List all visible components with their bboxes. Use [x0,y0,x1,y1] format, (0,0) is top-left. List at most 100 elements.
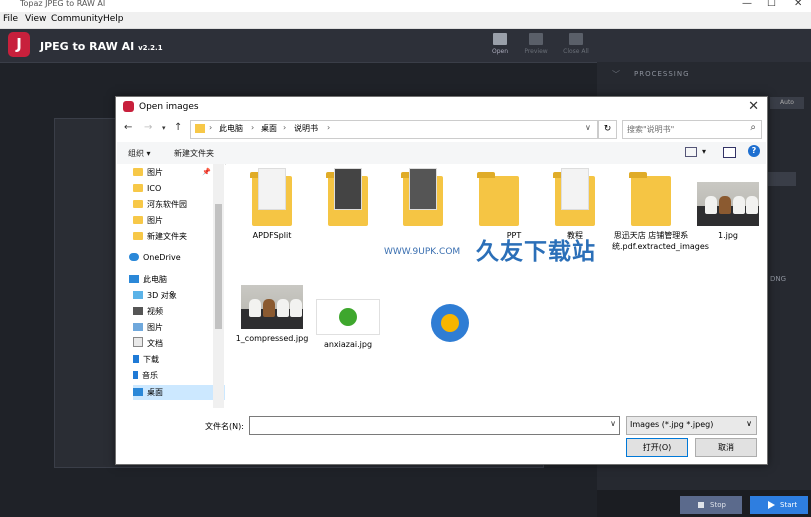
view-dropdown-icon[interactable]: ▾ [702,147,706,156]
forward-arrow-icon[interactable]: → [144,122,152,133]
image-thumbnail [241,285,303,329]
folder-icon [326,168,368,226]
minimize-button[interactable]: — [742,0,752,9]
file-item[interactable] [309,168,387,230]
back-arrow-icon[interactable]: ← [124,122,132,133]
nav-item[interactable]: 视频 [133,304,225,319]
start-button[interactable]: Start [750,496,808,514]
folder-icon [477,172,519,226]
navigation-pane[interactable]: 图片 ICO 河东软件园 图片 新建文件夹 OneDrive 此电脑 3D 对象… [117,164,225,408]
preview-button[interactable]: Preview [518,33,554,55]
preview-button-label: Preview [524,48,548,55]
folder-icon [133,184,143,192]
app-title: JPEG to RAW AI v2.2.1 [40,40,163,53]
nav-item[interactable]: 3D 对象 [133,288,225,303]
scrollbar-thumb[interactable] [215,204,222,329]
breadcrumb-manual[interactable]: 说明书 [294,123,318,134]
dialog-toolbar: 组织 ▾ 新建文件夹 ▾ ? [117,142,766,165]
nav-item[interactable]: 图片 [133,213,225,228]
search-placeholder: 搜索"说明书" [627,125,675,134]
refresh-icon[interactable]: ↻ [598,120,617,139]
folder-icon [195,124,205,133]
filename-input[interactable]: ∨ [249,416,620,435]
menu-view[interactable]: View [25,14,46,24]
app-logo: J [8,32,30,57]
document-icon [133,337,143,347]
preview-pane-icon[interactable] [723,147,736,158]
picture-icon [133,323,143,331]
pin-icon[interactable]: 📌 [202,168,211,176]
nav-item[interactable]: 图片 [133,165,225,180]
search-input[interactable]: 搜索"说明书" ⌕ [622,120,762,139]
file-item[interactable]: 1.jpg [689,182,767,241]
dialog-title: Open images [139,102,199,112]
file-item[interactable]: 1_compressed.jpg [233,285,311,344]
file-item[interactable] [384,168,462,230]
watermelon-thumbnail [316,299,380,335]
format-select[interactable]: DNG [770,275,786,283]
new-folder-button[interactable]: 新建文件夹 [174,148,214,159]
file-type-select[interactable]: Images (*.jpg *.jpeg) ∨ [626,416,757,435]
nav-item[interactable]: 文档 [133,336,225,351]
stop-button[interactable]: Stop [680,496,742,514]
nav-item-this-pc[interactable]: 此电脑 [129,272,221,287]
folder-icon [553,168,595,226]
watermark-url: WWW.9UPK.COM [384,247,461,257]
nav-item[interactable]: 新建文件夹 [133,229,225,244]
file-item[interactable]: anxiazai.jpg [309,299,387,350]
chevron-down-icon[interactable]: ∨ [610,419,616,428]
nav-scrollbar[interactable] [213,164,224,408]
search-icon: ⌕ [750,122,756,133]
app-header: J JPEG to RAW AI v2.2.1 Open Preview Clo… [0,29,811,63]
folder-icon [133,200,143,208]
maximize-button[interactable]: ☐ [767,0,776,9]
processing-header[interactable]: PROCESSING [634,70,690,78]
stop-icon [698,502,704,508]
nav-item-desktop[interactable]: 桌面 [133,385,225,400]
open-file-button[interactable]: 打开(O) [626,438,688,457]
recent-dropdown-icon[interactable]: ▾ [162,124,166,132]
nav-item[interactable]: 下载 [133,352,225,367]
up-arrow-icon[interactable]: ↑ [174,122,182,133]
chevron-down-icon: ∨ [746,419,752,428]
nav-item[interactable]: 图片 [133,320,225,335]
nav-item[interactable]: 音乐 [133,368,225,383]
nav-item[interactable]: 河东软件园 [133,197,225,212]
download-icon [133,355,139,363]
folder-icon [133,216,143,224]
window-title: Topaz JPEG to RAW AI [20,0,106,8]
menu-file[interactable]: File [3,14,18,24]
auto-button[interactable]: Auto [770,97,804,109]
app-title-text: JPEG to RAW AI [40,40,135,53]
file-item[interactable]: 思迅天店 店铺管理系统.pdf.extracted_images [612,172,709,252]
open-folder-icon [493,33,507,45]
nav-item-onedrive[interactable]: OneDrive [129,250,221,265]
file-item[interactable]: APDFSplit [233,168,311,241]
dialog-close-icon[interactable]: ✕ [748,99,759,114]
nav-item[interactable]: ICO [133,181,225,196]
view-options-icon[interactable] [685,147,697,157]
open-button-label: Open [491,48,509,55]
folder-icon [133,168,143,176]
folder-icon [250,168,292,226]
close-all-button[interactable]: Close All [558,33,594,55]
help-icon[interactable]: ? [748,145,760,157]
menu-bar: File View Community Help [0,12,811,29]
organize-button[interactable]: 组织 ▾ [128,148,151,159]
breadcrumb-desktop[interactable]: 桌面 [261,123,277,134]
breadcrumb-this-pc[interactable]: 此电脑 [219,123,243,134]
address-dropdown-icon[interactable]: ∨ [585,123,591,132]
menu-help[interactable]: Help [103,14,124,24]
open-button[interactable]: Open [482,33,518,55]
stop-button-label: Stop [710,501,726,509]
file-list[interactable]: APDFSplit PPT 教程 思迅天店 店铺管理系统.pdf.extract… [226,164,766,408]
chevron-down-icon[interactable]: ﹀ [612,69,620,80]
address-bar[interactable]: › 此电脑 › 桌面 › 说明书 › ∨ [190,120,598,139]
play-icon [768,501,775,509]
cloud-icon [129,253,139,261]
cancel-button[interactable]: 取消 [695,438,757,457]
close-window-button[interactable]: ✕ [794,0,802,9]
dialog-titlebar: Open images [123,101,199,117]
menu-community[interactable]: Community [51,14,103,24]
start-button-label: Start [780,501,798,509]
